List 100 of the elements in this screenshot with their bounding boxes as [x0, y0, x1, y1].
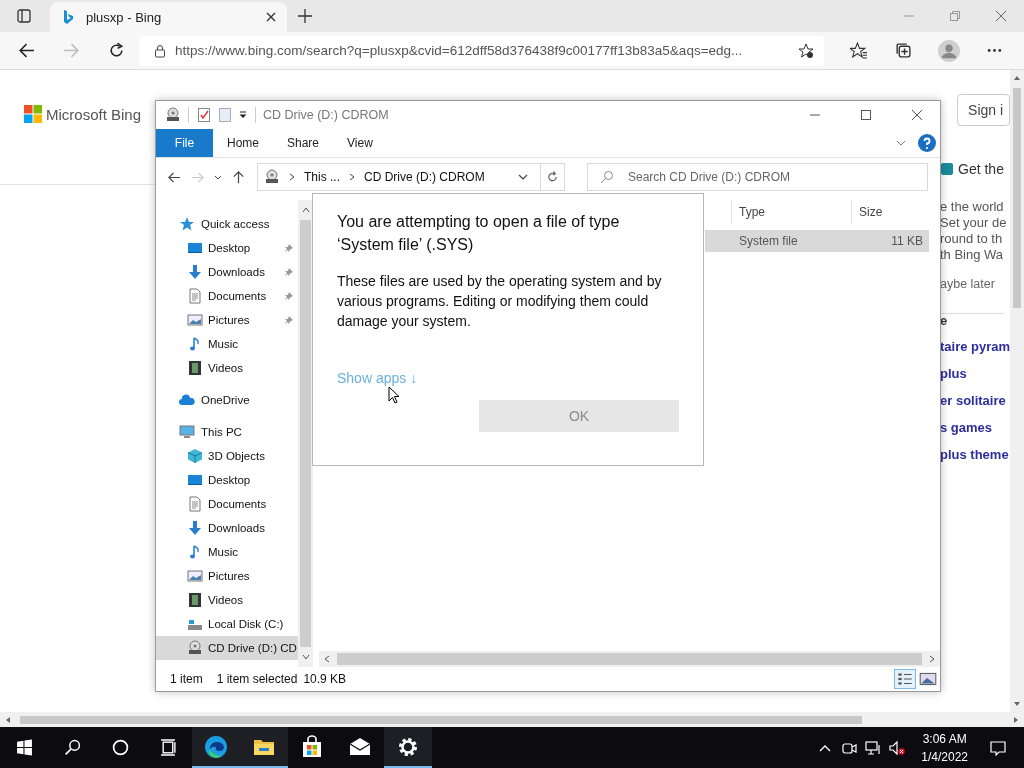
nav-item[interactable]: Quick access: [156, 212, 298, 236]
cortana-icon[interactable]: [112, 739, 129, 756]
size-cell-text: 11 KB: [890, 234, 924, 248]
properties-icon[interactable]: [196, 107, 212, 123]
scrollbar[interactable]: [1010, 70, 1024, 712]
new-tab-icon[interactable]: [297, 8, 313, 24]
related-search-link[interactable]: er solitaire: [940, 393, 1011, 409]
scroll-right-icon[interactable]: [928, 655, 936, 663]
close-icon[interactable]: [265, 11, 277, 23]
scrollbar-thumb[interactable]: [1013, 88, 1022, 308]
scrollbar-thumb[interactable]: [20, 715, 862, 724]
microsoft-logo-icon: [24, 105, 42, 123]
column-header[interactable]: Type: [731, 200, 851, 224]
ribbon-tab[interactable]: View: [333, 129, 387, 157]
nav-item[interactable]: Videos: [156, 588, 298, 612]
sign-in-button[interactable]: Sign i: [957, 94, 1011, 126]
pictures-icon: [187, 312, 203, 328]
film-icon: [187, 592, 203, 608]
favorites-icon[interactable]: [850, 42, 867, 59]
scroll-down-icon[interactable]: [1013, 700, 1022, 708]
nav-item[interactable]: This PC: [156, 420, 298, 444]
scrollbar[interactable]: [0, 712, 1024, 727]
browser-tab[interactable]: plusxp - Bing: [50, 2, 287, 32]
nav-item[interactable]: Documents: [156, 284, 298, 308]
nav-item[interactable]: 3D Objects: [156, 444, 298, 468]
status-text: 1 item: [170, 672, 203, 686]
taskbar-app[interactable]: [240, 727, 288, 768]
related-search-link[interactable]: s games: [940, 420, 1011, 436]
profile-avatar-icon[interactable]: [938, 39, 960, 62]
column-header[interactable]: Size: [851, 200, 929, 224]
nav-item[interactable]: Desktop: [156, 468, 298, 492]
expand-ribbon-icon[interactable]: [896, 138, 906, 148]
nav-label: This PC: [201, 426, 242, 438]
maximize-icon[interactable]: [860, 109, 872, 121]
ribbon-tab[interactable]: Share: [273, 129, 334, 157]
network-icon[interactable]: [865, 739, 882, 756]
address-bar[interactable]: https://www.bing.com/search?q=plusxp&cvid=612dff58d376438f9c00177ff13b83a5&aqs=edg...: [139, 35, 824, 66]
scroll-right-icon[interactable]: [1012, 715, 1020, 724]
nav-item[interactable]: Videos: [156, 356, 298, 380]
breadcrumb-item[interactable]: This ...: [304, 170, 340, 184]
search-field[interactable]: Search CD Drive (D:) CDROM: [587, 163, 928, 191]
nav-item[interactable]: CD Drive (D:) CD: [156, 636, 298, 660]
cube-icon: [187, 448, 203, 464]
related-search-link[interactable]: taire pyram: [940, 339, 1011, 355]
customize-dropdown-icon[interactable]: [238, 110, 248, 120]
pin-icon[interactable]: [284, 291, 294, 301]
scroll-up-icon[interactable]: [1013, 74, 1022, 82]
close-icon[interactable]: [911, 109, 923, 121]
related-search-link[interactable]: plus theme: [940, 447, 1011, 463]
nav-item[interactable]: Music: [156, 540, 298, 564]
pin-icon[interactable]: [284, 243, 294, 253]
related-search-link[interactable]: plus: [940, 366, 1011, 382]
nav-item[interactable]: Music: [156, 332, 298, 356]
nav-item[interactable]: Pictures: [156, 308, 298, 332]
notifications-icon[interactable]: [990, 739, 1006, 756]
volume-muted-icon[interactable]: [889, 739, 906, 756]
promo-text-line: e the world: [940, 199, 1005, 215]
cursor-icon: [388, 386, 400, 404]
nav-item[interactable]: Pictures: [156, 564, 298, 588]
ribbon-tab[interactable]: File: [156, 129, 213, 157]
scrollbar[interactable]: [298, 200, 313, 667]
file-row[interactable]: System file 11 KB: [705, 230, 929, 252]
dropdown-icon[interactable]: [518, 172, 528, 182]
nav-item[interactable]: Downloads: [156, 260, 298, 284]
collections-icon[interactable]: [895, 42, 912, 59]
scrollbar-thumb[interactable]: [337, 653, 922, 665]
help-icon[interactable]: [918, 134, 936, 152]
pin-icon[interactable]: [284, 267, 294, 277]
tab-actions-icon[interactable]: [16, 8, 32, 24]
nav-item[interactable]: Documents: [156, 492, 298, 516]
scroll-left-icon[interactable]: [323, 655, 331, 663]
nav-item[interactable]: Local Disk (C:): [156, 612, 298, 636]
search-icon[interactable]: [64, 739, 81, 756]
address-field[interactable]: This ... CD Drive (D:) CDROM: [257, 163, 565, 191]
scroll-up-icon[interactable]: [301, 206, 310, 214]
clock[interactable]: 3:06 AM 1/4/2022: [921, 729, 968, 766]
nav-label: Music: [208, 546, 239, 558]
ribbon-tab[interactable]: Home: [213, 129, 273, 157]
large-icons-view-icon[interactable]: [918, 670, 938, 688]
maybe-later-link[interactable]: aybe later: [940, 277, 1011, 291]
start-icon[interactable]: [16, 739, 33, 756]
task-view-icon[interactable]: [160, 739, 177, 756]
taskbar-app[interactable]: [192, 727, 240, 768]
scrollbar[interactable]: [319, 651, 940, 667]
nav-item[interactable]: OneDrive: [156, 388, 298, 412]
nav-label: Local Disk (C:): [208, 618, 284, 630]
scroll-left-icon[interactable]: [4, 715, 12, 724]
details-view-icon[interactable]: [894, 669, 916, 689]
taskbar-app[interactable]: [384, 727, 432, 768]
pin-icon[interactable]: [284, 315, 294, 325]
bing-logo-text[interactable]: Microsoft Bing: [46, 105, 142, 123]
back-icon[interactable]: [18, 42, 35, 59]
up-icon[interactable]: [231, 169, 246, 185]
add-favorite-icon[interactable]: [798, 42, 814, 59]
scroll-down-icon[interactable]: [301, 653, 310, 661]
nav-item[interactable]: Desktop: [156, 236, 298, 260]
nav-item[interactable]: Downloads: [156, 516, 298, 540]
refresh-icon[interactable]: [108, 42, 125, 59]
breadcrumb-item[interactable]: CD Drive (D:) CDROM: [364, 170, 485, 184]
scrollbar-thumb[interactable]: [300, 220, 311, 647]
